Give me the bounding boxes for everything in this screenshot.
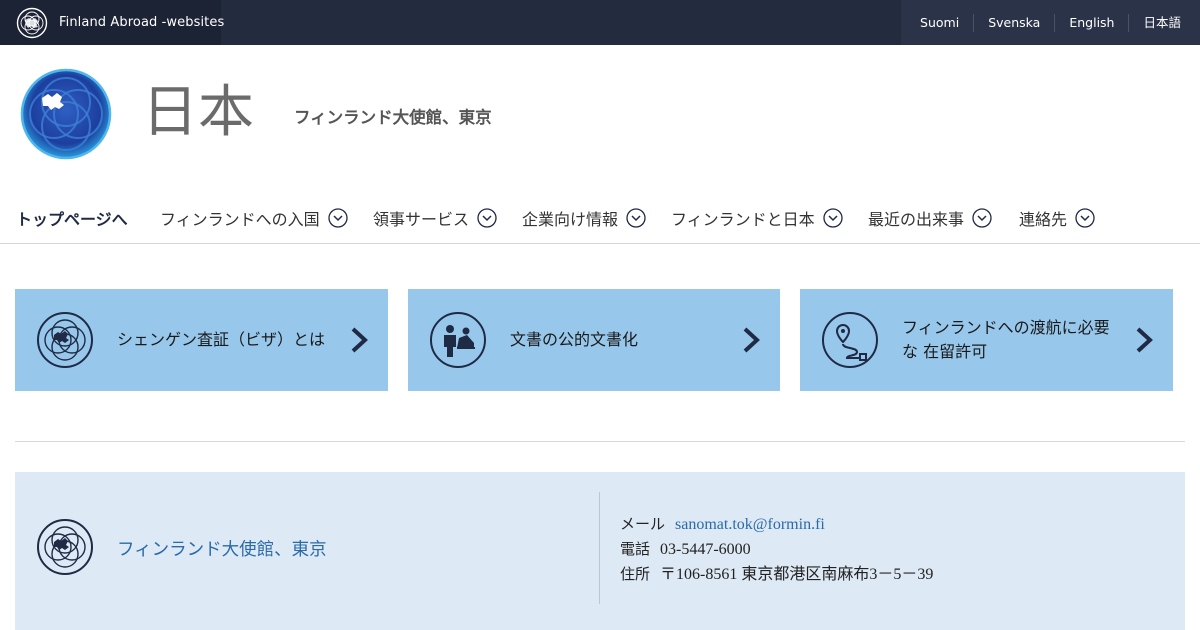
nav-consular[interactable]: 領事サービス xyxy=(373,206,497,230)
chevron-down-icon[interactable] xyxy=(477,208,497,228)
nav-news-label: 最近の出来事 xyxy=(868,210,965,229)
lang-english[interactable]: English xyxy=(1054,13,1128,32)
nav-finland-japan-label: フィンランドと日本 xyxy=(671,210,815,229)
schengen-globe-icon xyxy=(36,311,94,369)
nav-news[interactable]: 最近の出来事 xyxy=(868,206,992,230)
page-title: 日本 xyxy=(142,80,254,145)
finland-lion-logo-icon xyxy=(16,7,48,39)
nav-contact-label: 連絡先 xyxy=(1019,210,1068,229)
section-divider xyxy=(15,441,1185,442)
email-link[interactable]: sanomat.tok@formin.fi xyxy=(675,516,825,533)
chevron-right-icon xyxy=(1133,325,1155,355)
contact-phone-row: 電話 03-5447-6000 xyxy=(620,537,933,562)
brand-text: Finland Abroad -websites xyxy=(59,15,225,30)
nav-home-label: トップページへ xyxy=(16,210,128,229)
footer-embassy-link[interactable]: フィンランド大使館、東京 xyxy=(117,536,327,561)
chevron-down-icon[interactable] xyxy=(328,208,348,228)
card-schengen-text: シェンゲン査証（ビザ）とは xyxy=(117,330,326,349)
nav-entry[interactable]: フィンランドへの入国 xyxy=(160,206,348,230)
chevron-right-icon xyxy=(348,325,370,355)
lang-suomi[interactable]: Suomi xyxy=(906,14,973,32)
document-legalization-icon xyxy=(429,311,487,369)
card-schengen-visa[interactable]: シェンゲン査証（ビザ）とは xyxy=(15,289,388,391)
card-residence-text: フィンランドへの渡航に必要な 在留許可 xyxy=(902,318,1110,361)
chevron-down-icon[interactable] xyxy=(823,208,843,228)
nav-business-label: 企業向け情報 xyxy=(522,210,619,229)
nav-contact[interactable]: 連絡先 xyxy=(1019,206,1095,230)
main-nav: トップページへ フィンランドへの入国 領事サービス 企業向け情報 フィンランドと… xyxy=(0,198,1200,244)
address-value: 〒106-8561 東京都港区南麻布3－5－39 xyxy=(660,566,934,583)
nav-home[interactable]: トップページへ xyxy=(16,206,128,230)
phone-label: 電話 xyxy=(620,540,651,558)
nav-business[interactable]: 企業向け情報 xyxy=(522,206,646,230)
card-document-legalization[interactable]: 文書の公的文書化 xyxy=(408,289,780,391)
chevron-right-icon xyxy=(740,325,762,355)
page-subtitle: フィンランド大使館、東京 xyxy=(294,108,492,127)
footer-separator xyxy=(599,492,600,604)
nav-finland-japan[interactable]: フィンランドと日本 xyxy=(671,206,843,230)
embassy-emblem-icon xyxy=(36,518,94,576)
address-label: 住所 xyxy=(620,565,651,583)
embassy-logo-icon[interactable] xyxy=(20,68,112,160)
lang-japanese[interactable]: 日本語 xyxy=(1128,13,1195,32)
nav-consular-label: 領事サービス xyxy=(373,210,470,229)
contact-address-row: 住所 〒106-8561 東京都港区南麻布3－5－39 xyxy=(620,562,933,587)
chevron-down-icon[interactable] xyxy=(1075,208,1095,228)
chevron-down-icon[interactable] xyxy=(972,208,992,228)
card-residence-permit[interactable]: フィンランドへの渡航に必要な 在留許可 xyxy=(800,289,1173,391)
travel-route-icon xyxy=(821,311,879,369)
footer-contact: フィンランド大使館、東京 メール sanomat.tok@formin.fi 電… xyxy=(15,472,1185,630)
lang-svenska[interactable]: Svenska xyxy=(973,13,1054,32)
nav-entry-label: フィンランドへの入国 xyxy=(160,210,320,229)
card-document-text: 文書の公的文書化 xyxy=(510,330,639,349)
contact-details: メール sanomat.tok@formin.fi 電話 03-5447-600… xyxy=(620,512,933,587)
finland-abroad-link[interactable]: Finland Abroad -websites xyxy=(0,0,225,45)
language-switcher: Suomi Svenska English 日本語 xyxy=(901,0,1200,45)
chevron-down-icon[interactable] xyxy=(626,208,646,228)
top-bar: Finland Abroad -websites Suomi Svenska E… xyxy=(0,0,1200,45)
email-label: メール xyxy=(620,515,666,533)
phone-value: 03-5447-6000 xyxy=(660,541,751,558)
contact-email-row: メール sanomat.tok@formin.fi xyxy=(620,512,933,537)
